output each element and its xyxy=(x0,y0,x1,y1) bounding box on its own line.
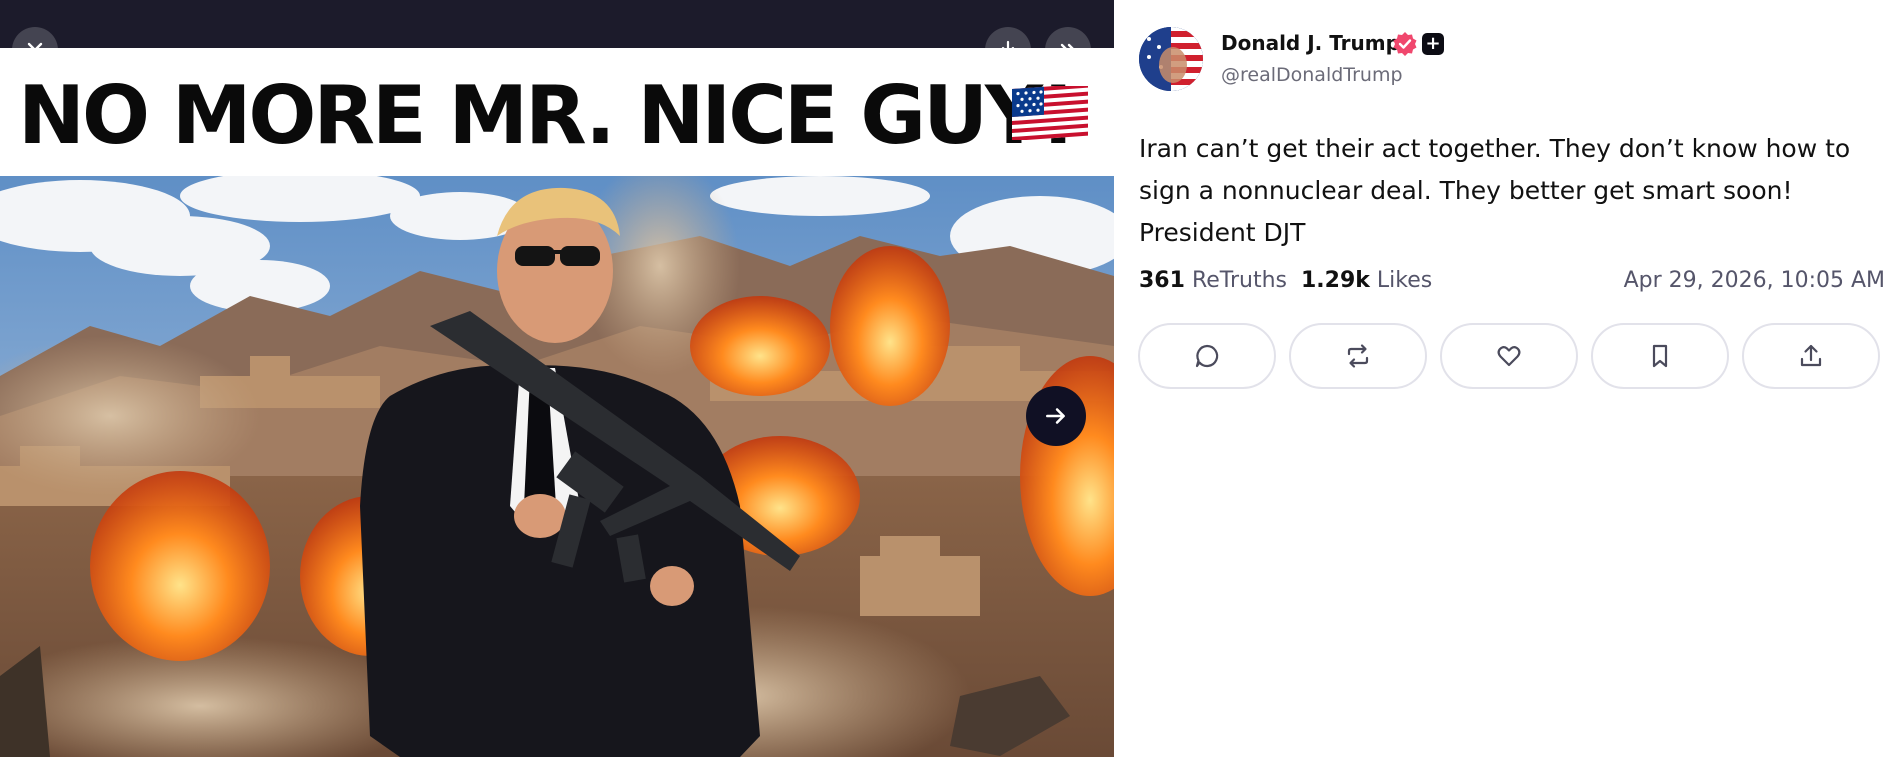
download-button[interactable] xyxy=(985,27,1031,73)
next-image-button[interactable] xyxy=(1026,386,1086,446)
author-handle[interactable]: @realDonaldTrump xyxy=(1221,64,1403,86)
share-button[interactable] xyxy=(1742,323,1880,389)
retruths-stat[interactable]: 361 ReTruths xyxy=(1139,268,1287,293)
reply-button[interactable] xyxy=(1138,323,1276,389)
media-viewer: NO MORE MR. NICE GUY! xyxy=(0,0,1114,757)
like-icon xyxy=(1497,346,1521,367)
like-button[interactable] xyxy=(1440,323,1578,389)
likes-stat[interactable]: 1.29k Likes xyxy=(1301,268,1432,293)
reply-icon xyxy=(1195,344,1219,368)
bookmark-icon xyxy=(1652,344,1668,368)
retruth-icon xyxy=(1347,344,1369,368)
post-timestamp[interactable]: Apr 29, 2026, 10:05 AM xyxy=(1624,268,1885,293)
likes-label: Likes xyxy=(1376,268,1433,293)
close-button[interactable] xyxy=(12,27,58,73)
likes-count: 1.29k xyxy=(1301,268,1370,293)
image-headline: NO MORE MR. NICE GUY! xyxy=(18,69,1076,162)
double-chevron-right-icon xyxy=(1060,43,1076,57)
download-icon xyxy=(999,40,1017,59)
avatar[interactable] xyxy=(1139,27,1203,91)
arrow-right-icon xyxy=(1046,408,1065,424)
verified-badge-icon xyxy=(1393,32,1417,56)
retruths-count: 361 xyxy=(1139,268,1185,293)
close-icon xyxy=(27,42,43,58)
post-stats: 361 ReTruths 1.29k Likes xyxy=(1139,268,1432,293)
bookmark-button[interactable] xyxy=(1591,323,1729,389)
share-icon xyxy=(1800,344,1822,367)
us-flag-icon xyxy=(1012,86,1088,140)
expand-button[interactable] xyxy=(1045,27,1091,73)
post-actions xyxy=(1138,323,1897,389)
post-body: Iran can’t get their act together. They … xyxy=(1139,134,1851,247)
author-name[interactable]: Donald J. Trump xyxy=(1221,31,1400,55)
post-panel: Donald J. Trump + @realDonaldTrump Iran … xyxy=(1114,0,1897,757)
avatar-image xyxy=(1139,27,1203,91)
plus-badge-icon: + xyxy=(1422,33,1444,55)
media-topbar xyxy=(0,0,1114,48)
retruth-button[interactable] xyxy=(1289,323,1427,389)
retruths-label: ReTruths xyxy=(1191,268,1287,293)
scene-image xyxy=(0,176,1114,757)
